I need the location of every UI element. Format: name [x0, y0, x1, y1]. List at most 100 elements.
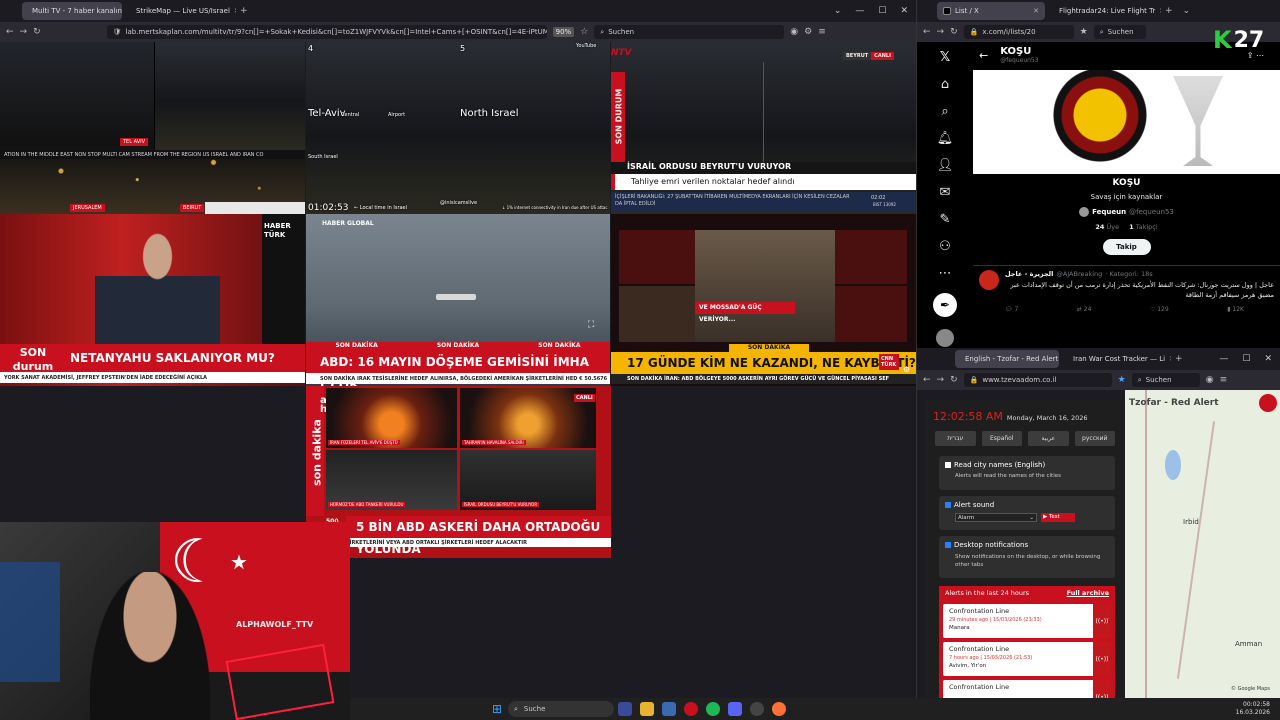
close-window-icon[interactable]: ✕ — [900, 6, 908, 16]
back-arrow-icon[interactable]: ← — [6, 27, 14, 37]
alert-map[interactable]: Tzofar - Red Alert Irbid Amman © Google … — [1125, 390, 1280, 698]
windows-start-icon[interactable]: ⊞ — [490, 702, 504, 716]
minimize-icon[interactable]: — — [1219, 354, 1228, 364]
tab-multitv[interactable]: Multi TV - 7 haber kanalını ✕ — [22, 2, 122, 20]
follow-icon[interactable]: 👤︎ — [937, 158, 954, 173]
tweet[interactable]: الجزيرة - عاجل @AJABreaking · Kategori: … — [973, 265, 1280, 317]
avatar[interactable] — [936, 329, 954, 347]
star-icon[interactable]: ★ — [1080, 27, 1088, 37]
zoom-level[interactable]: 90% — [552, 27, 575, 37]
close-window-icon[interactable]: ✕ — [1264, 354, 1272, 364]
url-bar[interactable]: 🔒 www.tzevaadom.co.il — [963, 373, 1112, 387]
x-logo-icon[interactable]: 𝕏 — [940, 50, 950, 65]
profile-icon[interactable]: ⚇ — [939, 239, 951, 254]
close-icon[interactable]: ✕ — [1159, 7, 1161, 15]
reload-icon[interactable]: ↻ — [950, 375, 958, 385]
messages-icon[interactable]: ✉ — [940, 185, 951, 200]
video-tile-ntv[interactable]: NTV BEYRUT CANLI SON DURUM İSRAİL ORDUSU… — [611, 42, 916, 214]
discord-icon[interactable] — [728, 702, 742, 716]
star-icon[interactable]: ★ — [1118, 375, 1126, 385]
tab-iran-war-cost[interactable]: Iran War Cost Tracker — Li ✕ — [1063, 350, 1171, 368]
file-explorer-icon[interactable] — [640, 702, 654, 716]
taskbar-clock[interactable]: 00:02:58 16.03.2026 — [1236, 701, 1280, 717]
lang-russian-button[interactable]: русский — [1074, 431, 1115, 446]
menu-icon[interactable]: ≡ — [818, 27, 826, 37]
chevron-down-icon[interactable]: ⌄ — [834, 6, 842, 16]
video-tile-haber-global[interactable]: HABER GLOBAL ⛶ SON DAKİKA SON DAKİKA SON… — [306, 214, 610, 386]
maximize-icon[interactable]: ☐ — [1242, 354, 1250, 364]
post-button-icon[interactable]: ✒ — [933, 293, 957, 317]
monitor-app-icon[interactable] — [662, 702, 676, 716]
video-tile-multicam[interactable]: TEL AVIV ATION IN THE MIDDLE EAST NON ST… — [0, 42, 305, 214]
alert-item[interactable]: Confrontation Line 7 hours ago | 15/03/2… — [943, 642, 1111, 676]
settings-icon[interactable]: ⚙ — [903, 365, 910, 374]
forward-arrow-icon[interactable]: → — [937, 375, 945, 385]
fullscreen-icon[interactable]: ⛶ — [588, 320, 594, 330]
alert-sound-checkbox[interactable] — [945, 502, 951, 508]
followers-link[interactable]: 1 Takipçi — [1129, 223, 1158, 231]
url-bar[interactable]: 🔒 x.com/i/lists/20 — [963, 25, 1074, 39]
follow-button[interactable]: Takip — [1102, 239, 1151, 255]
home-icon[interactable]: ⌂ — [941, 77, 949, 92]
reload-icon[interactable]: ↻ — [950, 27, 958, 37]
search-input[interactable]: ⌕ Suchen — [1131, 373, 1200, 387]
new-tab-icon[interactable]: + — [1175, 354, 1183, 364]
forward-arrow-icon[interactable]: → — [20, 27, 28, 37]
close-icon[interactable]: ✕ — [234, 7, 236, 15]
notifications-icon[interactable]: 🔔︎ — [937, 131, 954, 146]
minimize-icon[interactable]: — — [855, 6, 864, 16]
retweet-button[interactable]: ⇄ 24 — [1077, 306, 1092, 313]
search-icon[interactable]: ⌕ — [941, 104, 948, 119]
firefox-icon[interactable] — [772, 702, 786, 716]
chevron-down-icon[interactable]: ⌄ — [1183, 6, 1191, 16]
more-icon[interactable]: ⋯ — [939, 266, 952, 281]
back-arrow-icon[interactable]: ← — [923, 27, 931, 37]
search-input[interactable]: ⌕ Suchen — [1093, 25, 1146, 39]
taskbar-search[interactable]: ⌕ Suche — [508, 701, 614, 717]
forward-arrow-icon[interactable]: → — [937, 27, 945, 37]
lang-hebrew-button[interactable]: עברית — [935, 431, 976, 446]
avatar[interactable] — [979, 270, 999, 290]
obs-icon[interactable] — [750, 702, 764, 716]
menu-icon[interactable]: ≡ — [1220, 375, 1228, 385]
video-tile-cnn-turk[interactable]: VE MOSSAD'A GÜÇ VERİYOR... SON DAKİKA 17… — [611, 214, 916, 386]
extensions-icon[interactable]: ⚙ — [804, 27, 812, 37]
alert-item[interactable]: Confrontation Line ((•)) — [943, 680, 1111, 700]
account-icon[interactable]: ◉ — [790, 27, 798, 37]
list-owner[interactable]: Fequeun @fequeun53 — [973, 207, 1280, 217]
opera-icon[interactable] — [684, 702, 698, 716]
close-icon[interactable]: ✕ — [1033, 7, 1039, 15]
read-city-checkbox[interactable] — [945, 462, 951, 468]
test-sound-button[interactable]: ▶ Test — [1041, 513, 1075, 522]
video-tile-haberturk[interactable]: HABER TÜRK SON durum NETANYAHU SAKLANIYO… — [0, 214, 305, 386]
video-tile-a-haber[interactable]: son dakika a haber CANLI İRAN FÜZELERİ T… — [306, 386, 611, 558]
reply-button[interactable]: 💬︎ 7 — [1005, 306, 1018, 313]
reload-icon[interactable]: ↻ — [33, 27, 41, 37]
desktop-notif-checkbox[interactable] — [945, 542, 951, 548]
teams-icon[interactable] — [618, 702, 632, 716]
search-input[interactable]: ⌕ Suchen — [594, 25, 785, 39]
back-arrow-icon[interactable]: ← — [979, 50, 988, 61]
tab-flightradar[interactable]: Flightradar24: Live Flight Tr ✕ — [1049, 2, 1161, 20]
grok-icon[interactable]: ✎ — [940, 212, 951, 227]
back-arrow-icon[interactable]: ← — [923, 375, 931, 385]
close-icon[interactable]: ✕ — [1169, 355, 1171, 363]
like-button[interactable]: ♡ 129 — [1150, 306, 1169, 313]
share-icon[interactable]: ⇪ ⋯ — [1247, 51, 1264, 60]
tab-tzofar[interactable]: English - Tzofar - Red Alert ✕ — [955, 350, 1059, 368]
views-button[interactable]: ▮ 12K — [1227, 306, 1244, 313]
video-tile-israel-cams[interactable]: 4 5 YouTube Tel-Aviv Central Airport Nor… — [306, 42, 610, 214]
alert-item[interactable]: Confrontation Line 29 minutes ago | 15/0… — [943, 604, 1111, 638]
members-link[interactable]: 24 Üye — [1095, 223, 1119, 231]
tab-x-list[interactable]: List / X ✕ — [937, 2, 1045, 20]
spotify-icon[interactable] — [706, 702, 720, 716]
full-archive-link[interactable]: Full archive — [1067, 589, 1109, 597]
lang-spanish-button[interactable]: Español — [981, 431, 1022, 446]
lang-arabic-button[interactable]: عربية — [1028, 431, 1069, 446]
alert-sound-select[interactable]: Alarm ⌄ — [955, 513, 1037, 522]
new-tab-icon[interactable]: + — [240, 6, 248, 16]
url-bar[interactable]: 🛡 lab.mertskaplan.com/multitv/tr/9?cn[]=… — [106, 25, 547, 39]
account-icon[interactable]: ◉ — [1206, 375, 1214, 385]
new-tab-icon[interactable]: + — [1165, 6, 1173, 16]
maximize-icon[interactable]: ☐ — [878, 6, 886, 16]
